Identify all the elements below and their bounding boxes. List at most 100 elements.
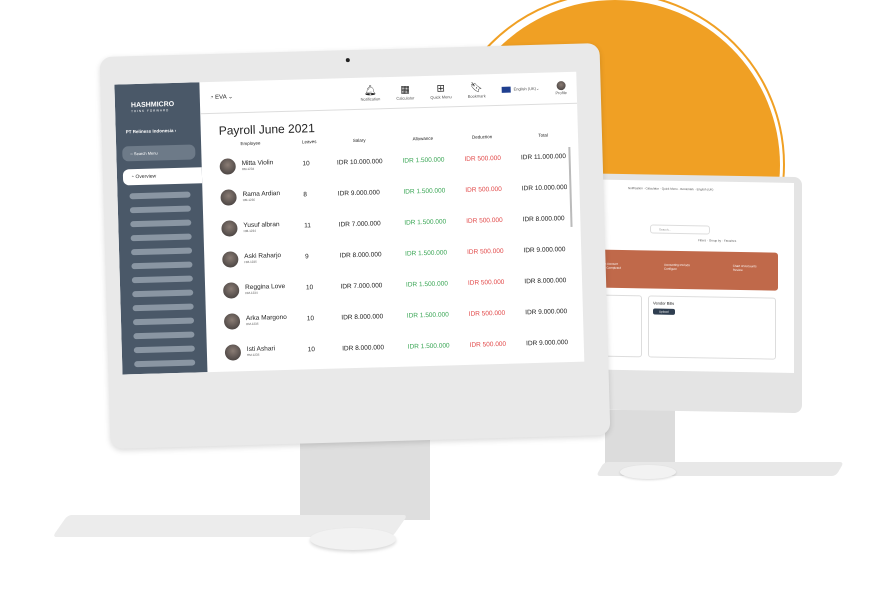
profile-button[interactable]: Profile — [555, 80, 567, 95]
monitor-stand — [605, 410, 675, 468]
company-selector[interactable]: PT Reliness Indonesia › — [126, 127, 195, 134]
employee-name: Rama Ardian — [242, 190, 281, 199]
deduction-cell: IDR 500.000 — [469, 340, 507, 349]
allowance-cell: IDR 1.500.000 — [405, 249, 448, 258]
sidebar-item-placeholder[interactable] — [131, 275, 193, 284]
sidebar-item-placeholder[interactable] — [134, 359, 196, 368]
sidebar-item-placeholder[interactable] — [132, 289, 194, 298]
total-cell: IDR 8.000.000 — [522, 215, 565, 224]
sidebar-item-placeholder[interactable] — [132, 303, 194, 312]
avatar — [556, 80, 566, 90]
deduction-cell: IDR 500.000 — [467, 278, 505, 287]
employee-cell: Yusuf albran HM-1234 — [211, 211, 295, 244]
total-cell: IDR 9.000.000 — [523, 246, 566, 255]
sidebar-item-placeholder[interactable] — [131, 261, 193, 270]
leaves-cell: 10 — [307, 346, 316, 354]
secondary-filter-bar: Filters · Group by · Favorites — [698, 238, 737, 243]
filters-button[interactable]: Filters — [698, 238, 706, 242]
allowance-cell: IDR 1.500.000 — [403, 187, 446, 196]
camera — [345, 58, 350, 63]
employee-id: HM-1234 — [245, 290, 258, 296]
leaves-cell: 10 — [305, 284, 314, 292]
avatar — [223, 312, 241, 330]
mouse — [620, 465, 676, 479]
main-screen: HASHMICRO THINK FORWARD PT Reliness Indon… — [114, 71, 585, 375]
clock-icon: ◔ — [209, 94, 214, 101]
logo: HASHMICRO THINK FORWARD — [130, 100, 175, 114]
employee-cell: Aski Raharjo HM-1235 — [212, 242, 296, 275]
avatar — [220, 188, 237, 206]
total-cell: IDR 9.000.000 — [525, 308, 568, 317]
avatar — [221, 219, 238, 237]
step: Chart of Accounts Review — [732, 263, 757, 273]
sidebar-item-placeholder[interactable] — [133, 345, 195, 354]
leaves-cell: 8 — [303, 191, 308, 199]
sidebar-item-placeholder[interactable] — [129, 191, 191, 200]
language-selector[interactable]: English (UK) ⌄ — [501, 85, 539, 93]
deduction-cell: IDR 500.000 — [466, 216, 503, 225]
deduction-cell: IDR 500.000 — [464, 154, 502, 163]
sidebar-item-placeholder[interactable] — [131, 247, 193, 256]
module-selector[interactable]: ◔ EVA ⌄ — [210, 90, 345, 101]
deduction-cell: IDR 500.000 — [466, 247, 504, 256]
card-title: Vendor Bills — [653, 300, 675, 306]
mouse — [310, 528, 396, 550]
sidebar-item-placeholder[interactable] — [132, 317, 195, 326]
upload-button[interactable]: Upload — [653, 308, 675, 315]
salary-cell: IDR 9.000.000 — [337, 189, 380, 198]
header: ◔ EVA ⌄ 🔔︎ Notification ▦ Calculator ⊞ Quic… — [199, 71, 578, 115]
allowance-cell: IDR 1.500.000 — [405, 280, 449, 289]
employee-cell: Isti Ashari HM-1235 — [214, 335, 298, 368]
group-by-button[interactable]: Group by — [709, 238, 721, 242]
avatar — [222, 281, 240, 299]
employee-name: Mitta Violin — [241, 159, 274, 168]
grid-icon: ⊞ — [436, 82, 446, 95]
sidebar-item-placeholder[interactable] — [134, 373, 196, 375]
allowance-cell: IDR 1.500.000 — [402, 156, 445, 165]
sidebar-item-placeholder[interactable] — [129, 205, 191, 214]
secondary-toolbar: Notification · Calculator · Quick Menu ·… — [628, 186, 714, 192]
column-header: Leaves — [301, 139, 317, 145]
uk-flag-icon — [501, 86, 511, 93]
employee-cell: Reggina Love HM-1234 — [213, 273, 297, 306]
sidebar-item-placeholder[interactable] — [130, 219, 192, 228]
employee-id: HM-1235 — [244, 259, 257, 265]
allowance-cell: IDR 1.500.000 — [404, 218, 447, 227]
secondary-search-input[interactable]: Search... — [650, 224, 710, 235]
quick-menu-button[interactable]: ⊞ Quick Menu — [430, 82, 451, 99]
favorites-button[interactable]: Favorites — [724, 239, 736, 243]
sidebar-item-overview[interactable]: ◔ Overview — [122, 167, 203, 186]
configure-button[interactable]: Configure — [664, 267, 677, 271]
employee-name: Isti Ashari — [246, 345, 276, 354]
leaves-cell: 11 — [304, 222, 312, 230]
step: Accounting Periods Configure — [663, 262, 690, 271]
salary-cell: IDR 7.000.000 — [338, 220, 381, 229]
review-button[interactable]: Review — [733, 268, 743, 272]
avatar — [222, 250, 239, 268]
deduction-cell: IDR 500.000 — [468, 309, 506, 318]
sidebar: HASHMICRO THINK FORWARD PT Reliness Indon… — [114, 82, 208, 375]
salary-cell: IDR 8.000.000 — [342, 344, 385, 353]
leaves-cell: 10 — [306, 315, 315, 323]
employee-name: Yusuf albran — [243, 221, 280, 230]
search-menu-input[interactable]: ○ Search Menu — [122, 144, 196, 162]
monitor-stand — [300, 440, 430, 520]
sidebar-item-placeholder[interactable] — [133, 331, 195, 340]
bookmark-button[interactable]: 🔖︎ Bookmark — [467, 82, 486, 98]
employee-cell: Rama Ardian HM-1235 — [210, 180, 294, 213]
employee-id: HM-1234 — [243, 228, 256, 234]
notification-button[interactable]: 🔔︎ Notification — [360, 84, 380, 101]
total-cell: IDR 8.000.000 — [524, 277, 567, 286]
employee-name: Reggina Love — [245, 282, 286, 292]
employee-id: HM-1234 — [241, 166, 255, 172]
total-cell: IDR 10.000.000 — [521, 184, 568, 193]
salary-cell: IDR 8.000.000 — [339, 251, 382, 260]
bell-icon: 🔔︎ — [363, 84, 377, 97]
sidebar-item-placeholder[interactable] — [130, 233, 192, 242]
avatar — [219, 157, 236, 175]
employee-name: Aski Raharjo — [244, 252, 282, 261]
calculator-button[interactable]: ▦ Calculator — [396, 84, 414, 100]
main-monitor: HASHMICRO THINK FORWARD PT Reliness Indon… — [99, 43, 611, 449]
total-cell: IDR 11.000.000 — [520, 153, 567, 162]
employee-name: Arka Margono — [245, 313, 287, 323]
